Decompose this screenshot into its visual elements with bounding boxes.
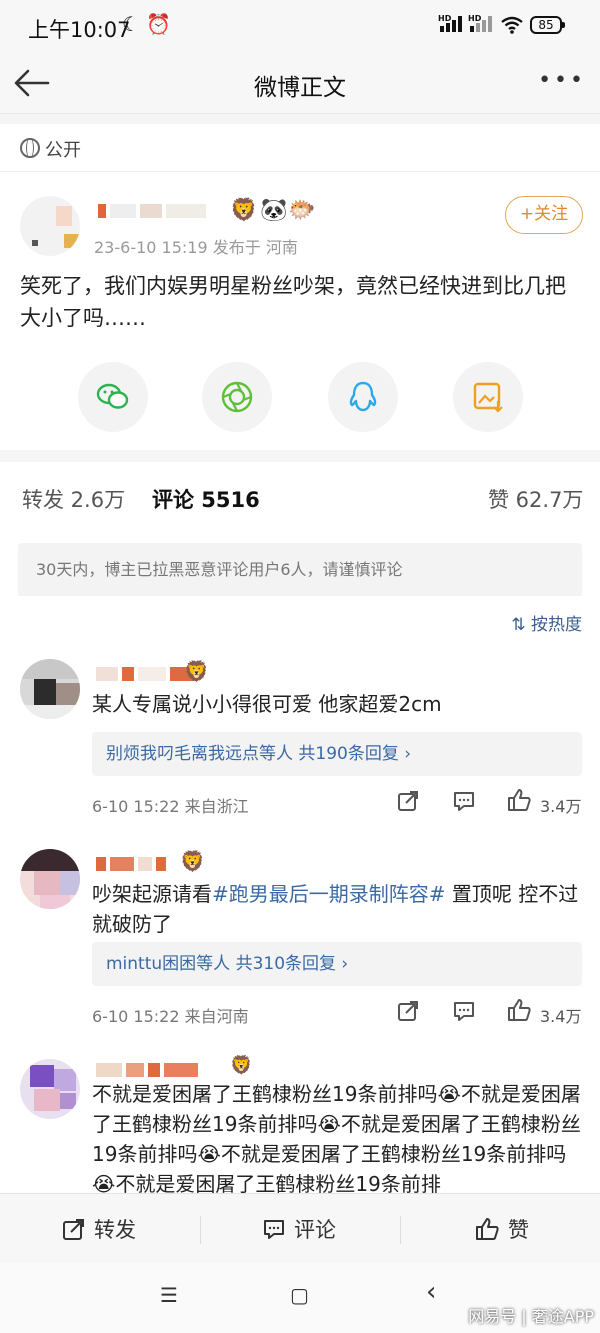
- commenter-avatar[interactable]: [20, 659, 80, 719]
- like-count: 3.4万: [540, 1007, 582, 1026]
- comment-text: 不就是爱困屠了王鹤棣粉丝19条前排吗😭不就是爱困屠了王鹤棣粉丝19条前排吗😭不就…: [92, 1082, 581, 1193]
- battery-icon: 85: [530, 16, 565, 34]
- post-text: 笑死了，我们内娱男明星粉丝吵架，竟然已经快进到比几把大小了吗……: [20, 274, 566, 330]
- thumbs-up-icon[interactable]: [506, 997, 532, 1023]
- menu-icon[interactable]: ☰: [160, 1283, 178, 1307]
- tab-like[interactable]: 赞 62.7万: [488, 484, 583, 514]
- system-nav-bar: ☰ ▢ ‹ 网易号 | 奢途APP: [0, 1263, 600, 1333]
- post-meta: 23-6-10 15:19 发布于 河南: [94, 238, 298, 257]
- repost-button[interactable]: 转发: [62, 1214, 136, 1244]
- thumbs-up-icon: [476, 1218, 499, 1240]
- share-qq-button[interactable]: [328, 362, 398, 432]
- globe-icon: [20, 138, 40, 158]
- share-wechat-button[interactable]: [78, 362, 148, 432]
- sort-label: 按热度: [531, 615, 582, 635]
- badge-fish-icon: 🐡: [288, 198, 316, 223]
- badge-crown-icon: 🦁: [230, 198, 258, 223]
- more-options-button[interactable]: •••: [538, 68, 586, 93]
- wifi-icon: [501, 16, 523, 34]
- badge-icon: 🦁: [230, 1055, 253, 1076]
- divider: [400, 1216, 401, 1244]
- comment-icon[interactable]: [452, 999, 476, 1023]
- commenter-name[interactable]: [96, 667, 196, 681]
- sort-by-hot-button[interactable]: ⇅ 按热度: [511, 610, 582, 635]
- like-button[interactable]: 赞: [474, 1214, 529, 1244]
- divider: [200, 1216, 201, 1244]
- author-avatar[interactable]: [20, 196, 80, 256]
- repost-label: 转发: [94, 1218, 136, 1242]
- commenter-avatar[interactable]: [20, 1059, 80, 1119]
- wechat-icon: [96, 383, 129, 409]
- page-title: 微博正文: [254, 75, 346, 101]
- reply-summary[interactable]: 别烦我叼毛离我远点等人 共190条回复 ›: [92, 732, 582, 776]
- signal-icon-2: [470, 16, 492, 32]
- comment-icon[interactable]: [452, 789, 476, 813]
- thumbs-up-icon[interactable]: [506, 787, 532, 813]
- visibility-row: 公开: [0, 124, 600, 172]
- status-bar: 上午10:07 ☾ ⏰ HD HD 85: [0, 0, 600, 52]
- badge-icon: 🦁: [180, 849, 205, 873]
- bottom-action-bar: 转发 评论 赞: [0, 1193, 600, 1263]
- sort-bar: ⇅ 按热度: [0, 596, 600, 646]
- comment-meta: 6-10 15:22 来自浙江: [92, 797, 249, 816]
- reply-summary[interactable]: minttu困困等人 共310条回复 ›: [92, 942, 582, 986]
- signal-icon: [440, 16, 462, 32]
- commenter-name[interactable]: [96, 857, 166, 871]
- comment-meta: 6-10 15:22 来自河南: [92, 1007, 249, 1026]
- badge-icon: 🦁: [184, 659, 209, 683]
- commenter-avatar[interactable]: [20, 849, 80, 909]
- tab-repost[interactable]: 转发 2.6万: [22, 484, 125, 514]
- share-moments-button[interactable]: [202, 362, 272, 432]
- watermark: 网易号 | 奢途APP: [468, 1307, 594, 1326]
- like-count: 3.4万: [540, 797, 582, 816]
- hashtag-link[interactable]: #跑男最后一期录制阵容#: [212, 882, 446, 906]
- follow-button[interactable]: +关注: [505, 196, 583, 234]
- save-image-icon: [473, 382, 503, 413]
- post-tabs: 转发 2.6万 评论 5516 赞 62.7万: [0, 462, 600, 532]
- sort-icon: ⇅: [511, 615, 526, 635]
- share-save-image-button[interactable]: [453, 362, 523, 432]
- back-nav-icon[interactable]: ‹: [426, 1277, 436, 1307]
- commenter-name[interactable]: [96, 1063, 198, 1077]
- author-name[interactable]: [98, 204, 206, 218]
- comment-icon: [264, 1220, 284, 1239]
- home-icon[interactable]: ▢: [290, 1283, 309, 1307]
- comment-text: 吵架起源请看#跑男最后一期录制阵容# 置顶呢 控不过就破防了: [92, 882, 579, 936]
- qq-icon: [349, 381, 377, 412]
- visibility-label: 公开: [45, 140, 81, 161]
- top-bar: 微博正文 •••: [0, 52, 600, 114]
- status-time: 上午10:07: [28, 18, 131, 42]
- comment-notice: 30天内，博主已拉黑恶意评论用户6人，请谨慎评论: [18, 543, 582, 597]
- comment-label: 评论: [294, 1218, 336, 1242]
- moon-icon: ☾: [122, 12, 140, 36]
- badge-panda-icon: 🐼: [260, 198, 288, 223]
- comment-text: 某人专属说小小得很可爱 他家超爱2cm: [92, 692, 442, 716]
- like-label: 赞: [508, 1218, 529, 1242]
- share-icon[interactable]: [396, 999, 420, 1023]
- comment-list: 🦁 某人专属说小小得很可爱 他家超爱2cm 别烦我叼毛离我远点等人 共190条回…: [0, 645, 600, 1193]
- moments-icon: [221, 381, 253, 413]
- comment-button[interactable]: 评论: [262, 1214, 336, 1244]
- tab-comment[interactable]: 评论 5516: [152, 484, 260, 514]
- share-icon[interactable]: [396, 789, 420, 813]
- alarm-icon: ⏰: [146, 12, 171, 36]
- repost-icon: [63, 1219, 84, 1240]
